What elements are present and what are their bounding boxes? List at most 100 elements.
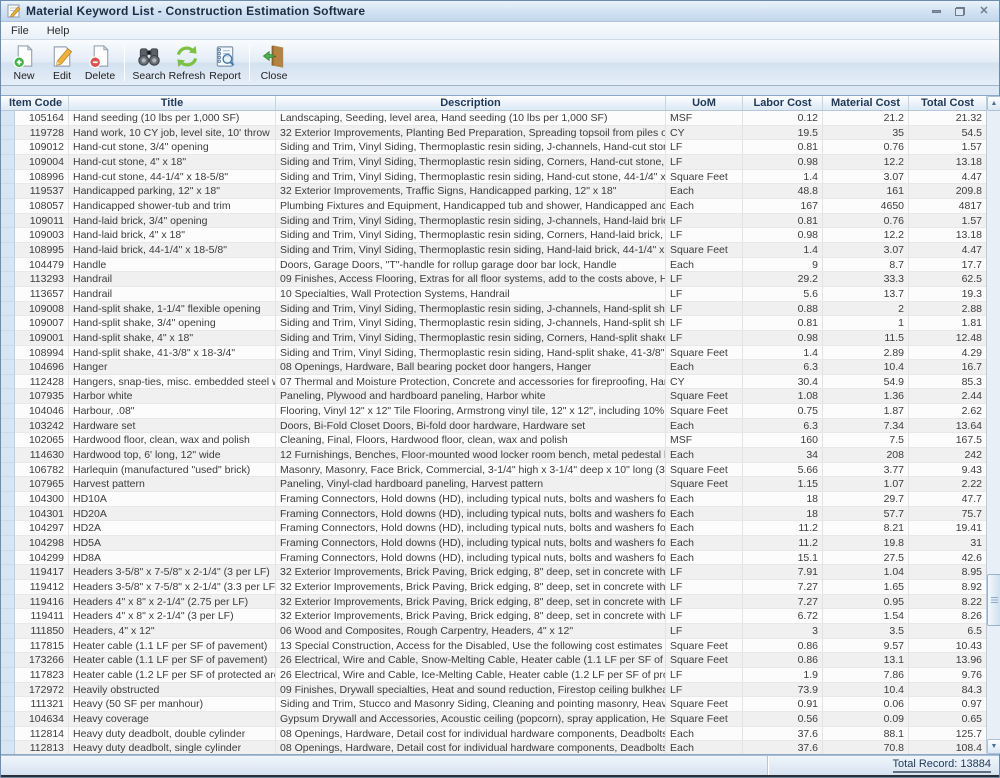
- table-row[interactable]: 112814 Heavy duty deadbolt, double cylin…: [1, 727, 986, 742]
- row-selector-cell[interactable]: [1, 507, 15, 522]
- menu-file[interactable]: File: [11, 25, 29, 37]
- row-selector-cell[interactable]: [1, 199, 15, 214]
- table-row[interactable]: 109003 Hand-laid brick, 4" x 18" Siding …: [1, 228, 986, 243]
- table-row[interactable]: 107965 Harvest pattern Paneling, Vinyl-c…: [1, 477, 986, 492]
- table-row[interactable]: 104479 Handle Doors, Garage Doors, "T"-h…: [1, 258, 986, 273]
- column-header-material-cost[interactable]: Material Cost: [823, 96, 909, 110]
- column-header-labor-cost[interactable]: Labor Cost: [743, 96, 823, 110]
- row-selector-cell[interactable]: [1, 624, 15, 639]
- table-row[interactable]: 112813 Heavy duty deadbolt, single cylin…: [1, 741, 986, 754]
- row-selector-cell[interactable]: [1, 551, 15, 566]
- close-button[interactable]: Close: [255, 42, 293, 84]
- table-row[interactable]: 108995 Hand-laid brick, 44-1/4" x 18-5/8…: [1, 243, 986, 258]
- table-row[interactable]: 106782 Harlequin (manufactured "used" br…: [1, 463, 986, 478]
- table-row[interactable]: 119411 Headers 4" x 8" x 2-1/4" (3 per L…: [1, 609, 986, 624]
- row-selector-cell[interactable]: [1, 580, 15, 595]
- table-row[interactable]: 104297 HD2A Framing Connectors, Hold dow…: [1, 521, 986, 536]
- report-button[interactable]: Report: [206, 42, 244, 84]
- row-selector-cell[interactable]: [1, 272, 15, 287]
- table-row[interactable]: 109007 Hand-split shake, 3/4" opening Si…: [1, 316, 986, 331]
- row-selector-cell[interactable]: [1, 712, 15, 727]
- row-selector-cell[interactable]: [1, 214, 15, 229]
- row-selector-cell[interactable]: [1, 111, 15, 126]
- row-selector-cell[interactable]: [1, 727, 15, 742]
- row-selector-cell[interactable]: [1, 448, 15, 463]
- row-selector-cell[interactable]: [1, 741, 15, 754]
- row-selector-cell[interactable]: [1, 595, 15, 610]
- row-selector-cell[interactable]: [1, 302, 15, 317]
- table-row[interactable]: 108996 Hand-cut stone, 44-1/4" x 18-5/8"…: [1, 170, 986, 185]
- restore-icon[interactable]: [951, 4, 969, 18]
- table-row[interactable]: 104696 Hanger 08 Openings, Hardware, Bal…: [1, 360, 986, 375]
- column-header-title[interactable]: Title: [69, 96, 276, 110]
- table-row[interactable]: 104301 HD20A Framing Connectors, Hold do…: [1, 507, 986, 522]
- row-selector-cell[interactable]: [1, 228, 15, 243]
- row-selector-cell[interactable]: [1, 170, 15, 185]
- minimize-icon[interactable]: [927, 4, 945, 18]
- delete-button[interactable]: Delete: [81, 42, 119, 84]
- row-selector-cell[interactable]: [1, 433, 15, 448]
- table-row[interactable]: 107935 Harbor white Paneling, Plywood an…: [1, 389, 986, 404]
- table-row[interactable]: 173266 Heater cable (1.1 LF per SF of pa…: [1, 653, 986, 668]
- table-row[interactable]: 117815 Heater cable (1.1 LF per SF of pa…: [1, 639, 986, 654]
- table-row[interactable]: 108057 Handicapped shower-tub and trim P…: [1, 199, 986, 214]
- column-header-description[interactable]: Description: [276, 96, 666, 110]
- row-selector-cell[interactable]: [1, 155, 15, 170]
- column-header-total-cost[interactable]: Total Cost: [909, 96, 986, 110]
- table-row[interactable]: 119728 Hand work, 10 CY job, level site,…: [1, 126, 986, 141]
- table-row[interactable]: 112428 Hangers, snap-ties, misc. embedde…: [1, 375, 986, 390]
- table-row[interactable]: 104300 HD10A Framing Connectors, Hold do…: [1, 492, 986, 507]
- table-row[interactable]: 117823 Heater cable (1.2 LF per SF of pr…: [1, 668, 986, 683]
- row-selector-cell[interactable]: [1, 258, 15, 273]
- row-selector-cell[interactable]: [1, 609, 15, 624]
- table-row[interactable]: 109008 Hand-split shake, 1-1/4" flexible…: [1, 302, 986, 317]
- table-row[interactable]: 119412 Headers 3-5/8" x 7-5/8" x 2-1/4" …: [1, 580, 986, 595]
- table-row[interactable]: 102065 Hardwood floor, clean, wax and po…: [1, 433, 986, 448]
- table-row[interactable]: 104634 Heavy coverage Gypsum Drywall and…: [1, 712, 986, 727]
- row-selector-cell[interactable]: [1, 184, 15, 199]
- row-selector-cell[interactable]: [1, 389, 15, 404]
- row-selector-cell[interactable]: [1, 639, 15, 654]
- row-selector-cell[interactable]: [1, 360, 15, 375]
- table-row[interactable]: 104046 Harbour, .08" Flooring, Vinyl 12"…: [1, 404, 986, 419]
- menu-help[interactable]: Help: [47, 25, 70, 37]
- table-row[interactable]: 105164 Hand seeding (10 lbs per 1,000 SF…: [1, 111, 986, 126]
- table-row[interactable]: 111321 Heavy (50 SF per manhour) Siding …: [1, 697, 986, 712]
- new-button[interactable]: New: [5, 42, 43, 84]
- row-selector-cell[interactable]: [1, 140, 15, 155]
- row-selector-cell[interactable]: [1, 375, 15, 390]
- table-row[interactable]: 103242 Hardware set Doors, Bi-Fold Close…: [1, 419, 986, 434]
- close-icon[interactable]: ✕: [975, 4, 993, 18]
- vertical-scrollbar[interactable]: ▲ ▼: [986, 96, 1000, 754]
- table-row[interactable]: 109004 Hand-cut stone, 4" x 18" Siding a…: [1, 155, 986, 170]
- column-header-uom[interactable]: UoM: [666, 96, 743, 110]
- row-selector-cell[interactable]: [1, 683, 15, 698]
- row-selector-cell[interactable]: [1, 126, 15, 141]
- table-row[interactable]: 119416 Headers 4" x 8" x 2-1/4" (2.75 pe…: [1, 595, 986, 610]
- row-selector-cell[interactable]: [1, 536, 15, 551]
- refresh-button[interactable]: Refresh: [168, 42, 206, 84]
- row-selector-cell[interactable]: [1, 477, 15, 492]
- row-selector-cell[interactable]: [1, 404, 15, 419]
- row-selector-cell[interactable]: [1, 316, 15, 331]
- table-row[interactable]: 104298 HD5A Framing Connectors, Hold dow…: [1, 536, 986, 551]
- table-row[interactable]: 109011 Hand-laid brick, 3/4" opening Sid…: [1, 214, 986, 229]
- scroll-down-icon[interactable]: ▼: [987, 739, 1000, 754]
- row-selector-cell[interactable]: [1, 419, 15, 434]
- table-row[interactable]: 113657 Handrail 10 Specialties, Wall Pro…: [1, 287, 986, 302]
- table-row[interactable]: 111850 Headers, 4" x 12" 06 Wood and Com…: [1, 624, 986, 639]
- table-row[interactable]: 109001 Hand-split shake, 4" x 18" Siding…: [1, 331, 986, 346]
- row-selector-cell[interactable]: [1, 668, 15, 683]
- column-header-item-code[interactable]: Item Code ▽: [1, 96, 69, 110]
- row-selector-cell[interactable]: [1, 697, 15, 712]
- table-row[interactable]: 108994 Hand-split shake, 41-3/8" x 18-3/…: [1, 346, 986, 361]
- row-selector-cell[interactable]: [1, 653, 15, 668]
- table-row[interactable]: 172972 Heavily obstructed 09 Finishes, D…: [1, 683, 986, 698]
- row-selector-cell[interactable]: [1, 521, 15, 536]
- scrollbar-thumb[interactable]: [987, 574, 1000, 626]
- table-row[interactable]: 104299 HD8A Framing Connectors, Hold dow…: [1, 551, 986, 566]
- table-row[interactable]: 119417 Headers 3-5/8" x 7-5/8" x 2-1/4" …: [1, 565, 986, 580]
- row-selector-cell[interactable]: [1, 565, 15, 580]
- row-selector-cell[interactable]: [1, 243, 15, 258]
- row-selector-cell[interactable]: [1, 287, 15, 302]
